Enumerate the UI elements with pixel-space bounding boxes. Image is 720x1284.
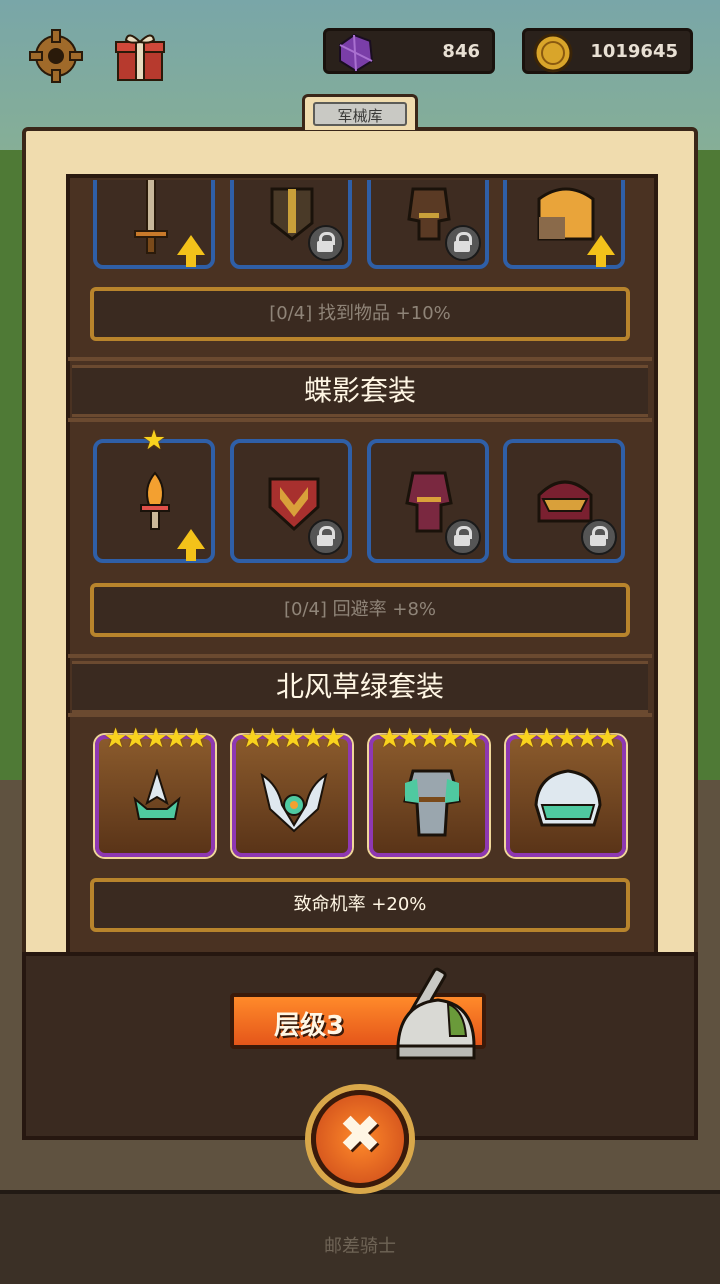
set1-bonus: [0/4] 找到物品 +10% [90, 287, 630, 341]
armor-icon [403, 769, 461, 837]
set3-slot-helmet[interactable]: ★ ★ ★ ★ ★ [506, 725, 626, 857]
divider [68, 357, 652, 361]
lock-icon [445, 519, 481, 555]
panel-title: 军械库 [313, 102, 407, 126]
upgrade-arrow-icon [177, 529, 205, 561]
star-icon: ★ [595, 723, 620, 754]
set3-slot-weapon[interactable]: ★ ★ ★ ★ ★ [95, 725, 215, 857]
level-label: 层级3 [274, 1011, 345, 1041]
winged-shield-icon [260, 772, 328, 833]
dagger-icon [140, 471, 170, 530]
divider [68, 713, 652, 717]
star-rating: ★ ★ ★ ★ ★ [369, 725, 491, 752]
close-icon: ✖ [338, 1105, 382, 1165]
set2-slot-weapon[interactable]: ★ [93, 427, 215, 563]
set3-title: 北风草绿套装 [72, 661, 648, 713]
purple-gem-icon [332, 31, 378, 79]
lock-icon [581, 519, 617, 555]
lock-icon [308, 225, 344, 261]
set2-bonus: [0/4] 回避率 +8% [90, 583, 630, 637]
set2-slot-armor[interactable] [367, 439, 489, 563]
set2-slot-shield[interactable] [230, 439, 352, 563]
footer-watermark: 邮差骑士 [324, 1236, 396, 1257]
star-rating: ★ ★ ★ ★ ★ [232, 725, 354, 752]
close-button[interactable]: ✖ [311, 1090, 409, 1188]
trident-weapon-icon [133, 769, 181, 820]
divider [68, 418, 652, 422]
gift-box-icon[interactable] [112, 28, 168, 84]
gem-counter: 846 [323, 28, 495, 74]
set2-title: 蝶影套装 [72, 365, 648, 417]
star-rating: ★ [93, 427, 215, 454]
gold-coin-icon [531, 31, 577, 79]
set2-slot-helmet[interactable] [503, 439, 625, 563]
set3-bonus: 致命机率 +20% [90, 878, 630, 932]
star-rating: ★ ★ ★ ★ ★ [95, 725, 217, 752]
panel-title-tab: 军械库 [302, 94, 418, 130]
lock-icon [445, 225, 481, 261]
star-icon: ★ [321, 723, 346, 754]
lock-icon [308, 519, 344, 555]
divider [68, 654, 652, 658]
knight-helmet-sword-icon [396, 967, 476, 1060]
upgrade-arrow-icon [587, 235, 615, 267]
star-icon: ★ [141, 425, 167, 456]
star-icon: ★ [458, 723, 483, 754]
set3-slot-armor[interactable]: ★ ★ ★ ★ ★ [369, 725, 489, 857]
star-icon: ★ [184, 723, 209, 754]
sword-icon [134, 180, 168, 254]
upgrade-arrow-icon [177, 235, 205, 267]
gear-icon[interactable] [28, 28, 84, 84]
set3-slot-shield[interactable]: ★ ★ ★ ★ ★ [232, 725, 352, 857]
coin-count: 1019645 [590, 41, 678, 62]
helmet-icon [534, 769, 602, 827]
coin-counter: 1019645 [522, 28, 693, 74]
star-rating: ★ ★ ★ ★ ★ [506, 725, 628, 752]
gem-count: 846 [442, 41, 480, 62]
